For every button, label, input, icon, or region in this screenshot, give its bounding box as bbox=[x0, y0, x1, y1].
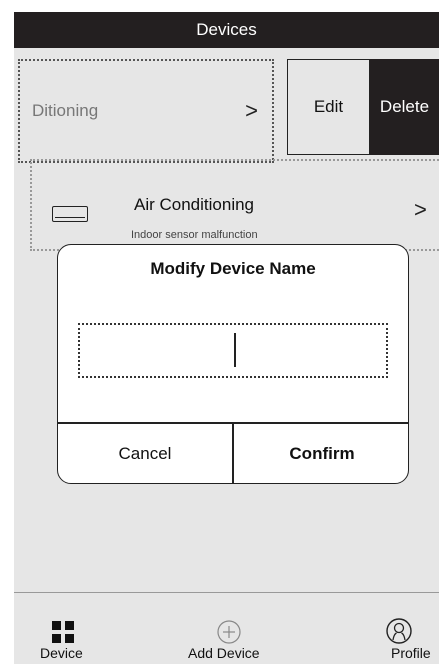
swiped-device-row[interactable]: Ditioning > Edit Delete bbox=[14, 59, 439, 165]
edit-button[interactable]: Edit bbox=[287, 59, 370, 155]
swiped-device-item[interactable]: Ditioning > bbox=[18, 59, 274, 163]
nav-label-profile: Profile bbox=[391, 645, 431, 661]
nav-item-profile[interactable]: Profile bbox=[359, 593, 439, 664]
profile-icon bbox=[386, 618, 412, 644]
device-status: Indoor sensor malfunction bbox=[131, 229, 258, 241]
text-caret bbox=[234, 333, 236, 367]
nav-item-device[interactable]: Device bbox=[14, 593, 114, 664]
device-name: Air Conditioning bbox=[134, 195, 255, 214]
cancel-button[interactable]: Cancel bbox=[58, 423, 232, 483]
nav-label-add-device: Add Device bbox=[188, 645, 260, 661]
nav-label-device: Device bbox=[40, 645, 83, 661]
air-conditioner-icon bbox=[52, 206, 88, 222]
bottom-nav: Device Add Device Profile bbox=[14, 592, 439, 664]
add-circle-icon bbox=[217, 620, 241, 644]
delete-button[interactable]: Delete bbox=[370, 59, 439, 155]
device-list-item[interactable]: Air Conditioning Indoor sensor malfuncti… bbox=[30, 159, 439, 251]
dialog-title: Modify Device Name bbox=[150, 259, 316, 278]
header-bar: Devices bbox=[14, 12, 439, 48]
modify-name-dialog: Modify Device Name Cancel Confirm bbox=[57, 244, 409, 484]
nav-item-add-device[interactable]: Add Device bbox=[174, 593, 284, 664]
chevron-right-icon: > bbox=[245, 98, 258, 123]
swiped-device-name: Ditioning bbox=[32, 101, 99, 120]
app-screen: Devices Ditioning > Edit Delete Air Cond… bbox=[14, 12, 439, 664]
grid-icon bbox=[52, 621, 74, 643]
confirm-button[interactable]: Confirm bbox=[234, 423, 408, 483]
page-title: Devices bbox=[196, 20, 257, 39]
chevron-right-icon: > bbox=[414, 197, 427, 222]
device-name-input[interactable] bbox=[78, 323, 388, 378]
